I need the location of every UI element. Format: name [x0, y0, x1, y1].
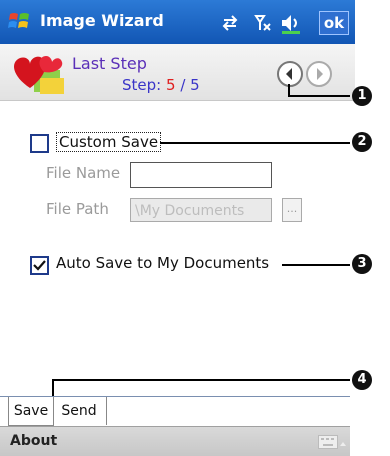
callout-1: 1: [352, 86, 372, 106]
callout-3: 3: [352, 254, 372, 274]
keyboard-icon[interactable]: [318, 435, 338, 449]
step-total: 5: [190, 76, 200, 94]
tab-bar: Save Send: [0, 396, 350, 427]
callout-line-1: [288, 95, 350, 97]
menu-bar: About: [0, 426, 350, 456]
tab-save[interactable]: Save: [8, 397, 54, 426]
wizard-step-title: Last Step: [72, 54, 147, 73]
status-icons[interactable]: [220, 12, 320, 34]
callout-line-4: [52, 379, 350, 381]
app-title: Image Wizard: [40, 11, 164, 30]
triangle-left-icon: [286, 68, 292, 80]
file-path-label: File Path: [46, 200, 109, 218]
callout-line-2: [160, 142, 350, 144]
ok-button[interactable]: ok: [319, 11, 349, 35]
callout-line-1-stem: [288, 84, 290, 96]
page-margin: [350, 44, 390, 455]
tab-send[interactable]: Send: [52, 397, 107, 425]
volume-icon: [282, 15, 300, 34]
step-indicator: Step: 5 / 5: [122, 76, 200, 94]
auto-save-checkbox[interactable]: [30, 256, 49, 275]
next-button[interactable]: [306, 61, 332, 87]
step-current: 5: [166, 76, 176, 94]
file-name-input[interactable]: [130, 162, 272, 188]
custom-save-label[interactable]: Custom Save: [56, 132, 162, 152]
windows-start-icon[interactable]: [8, 10, 32, 32]
browse-button[interactable]: ...: [282, 198, 302, 222]
step-prefix: Step:: [122, 76, 162, 94]
back-button[interactable]: [277, 61, 303, 87]
callout-4: 4: [352, 370, 372, 390]
custom-save-checkbox[interactable]: [30, 134, 49, 153]
file-path-input[interactable]: \My Documents: [130, 198, 272, 222]
callout-line-3: [282, 264, 350, 266]
hearts-logo-icon: [14, 56, 64, 94]
connectivity-icon: [222, 15, 238, 31]
signal-off-icon: [254, 15, 271, 31]
title-bar: Image Wizard ok: [0, 0, 355, 44]
triangle-right-icon: [317, 68, 323, 80]
checkmark-icon: [33, 260, 46, 271]
callout-2: 2: [352, 132, 372, 152]
auto-save-label[interactable]: Auto Save to My Documents: [56, 254, 269, 272]
step-separator: /: [175, 76, 191, 94]
file-name-label: File Name: [46, 164, 121, 182]
about-menu[interactable]: About: [10, 433, 57, 449]
input-arrow-icon[interactable]: [338, 439, 348, 449]
